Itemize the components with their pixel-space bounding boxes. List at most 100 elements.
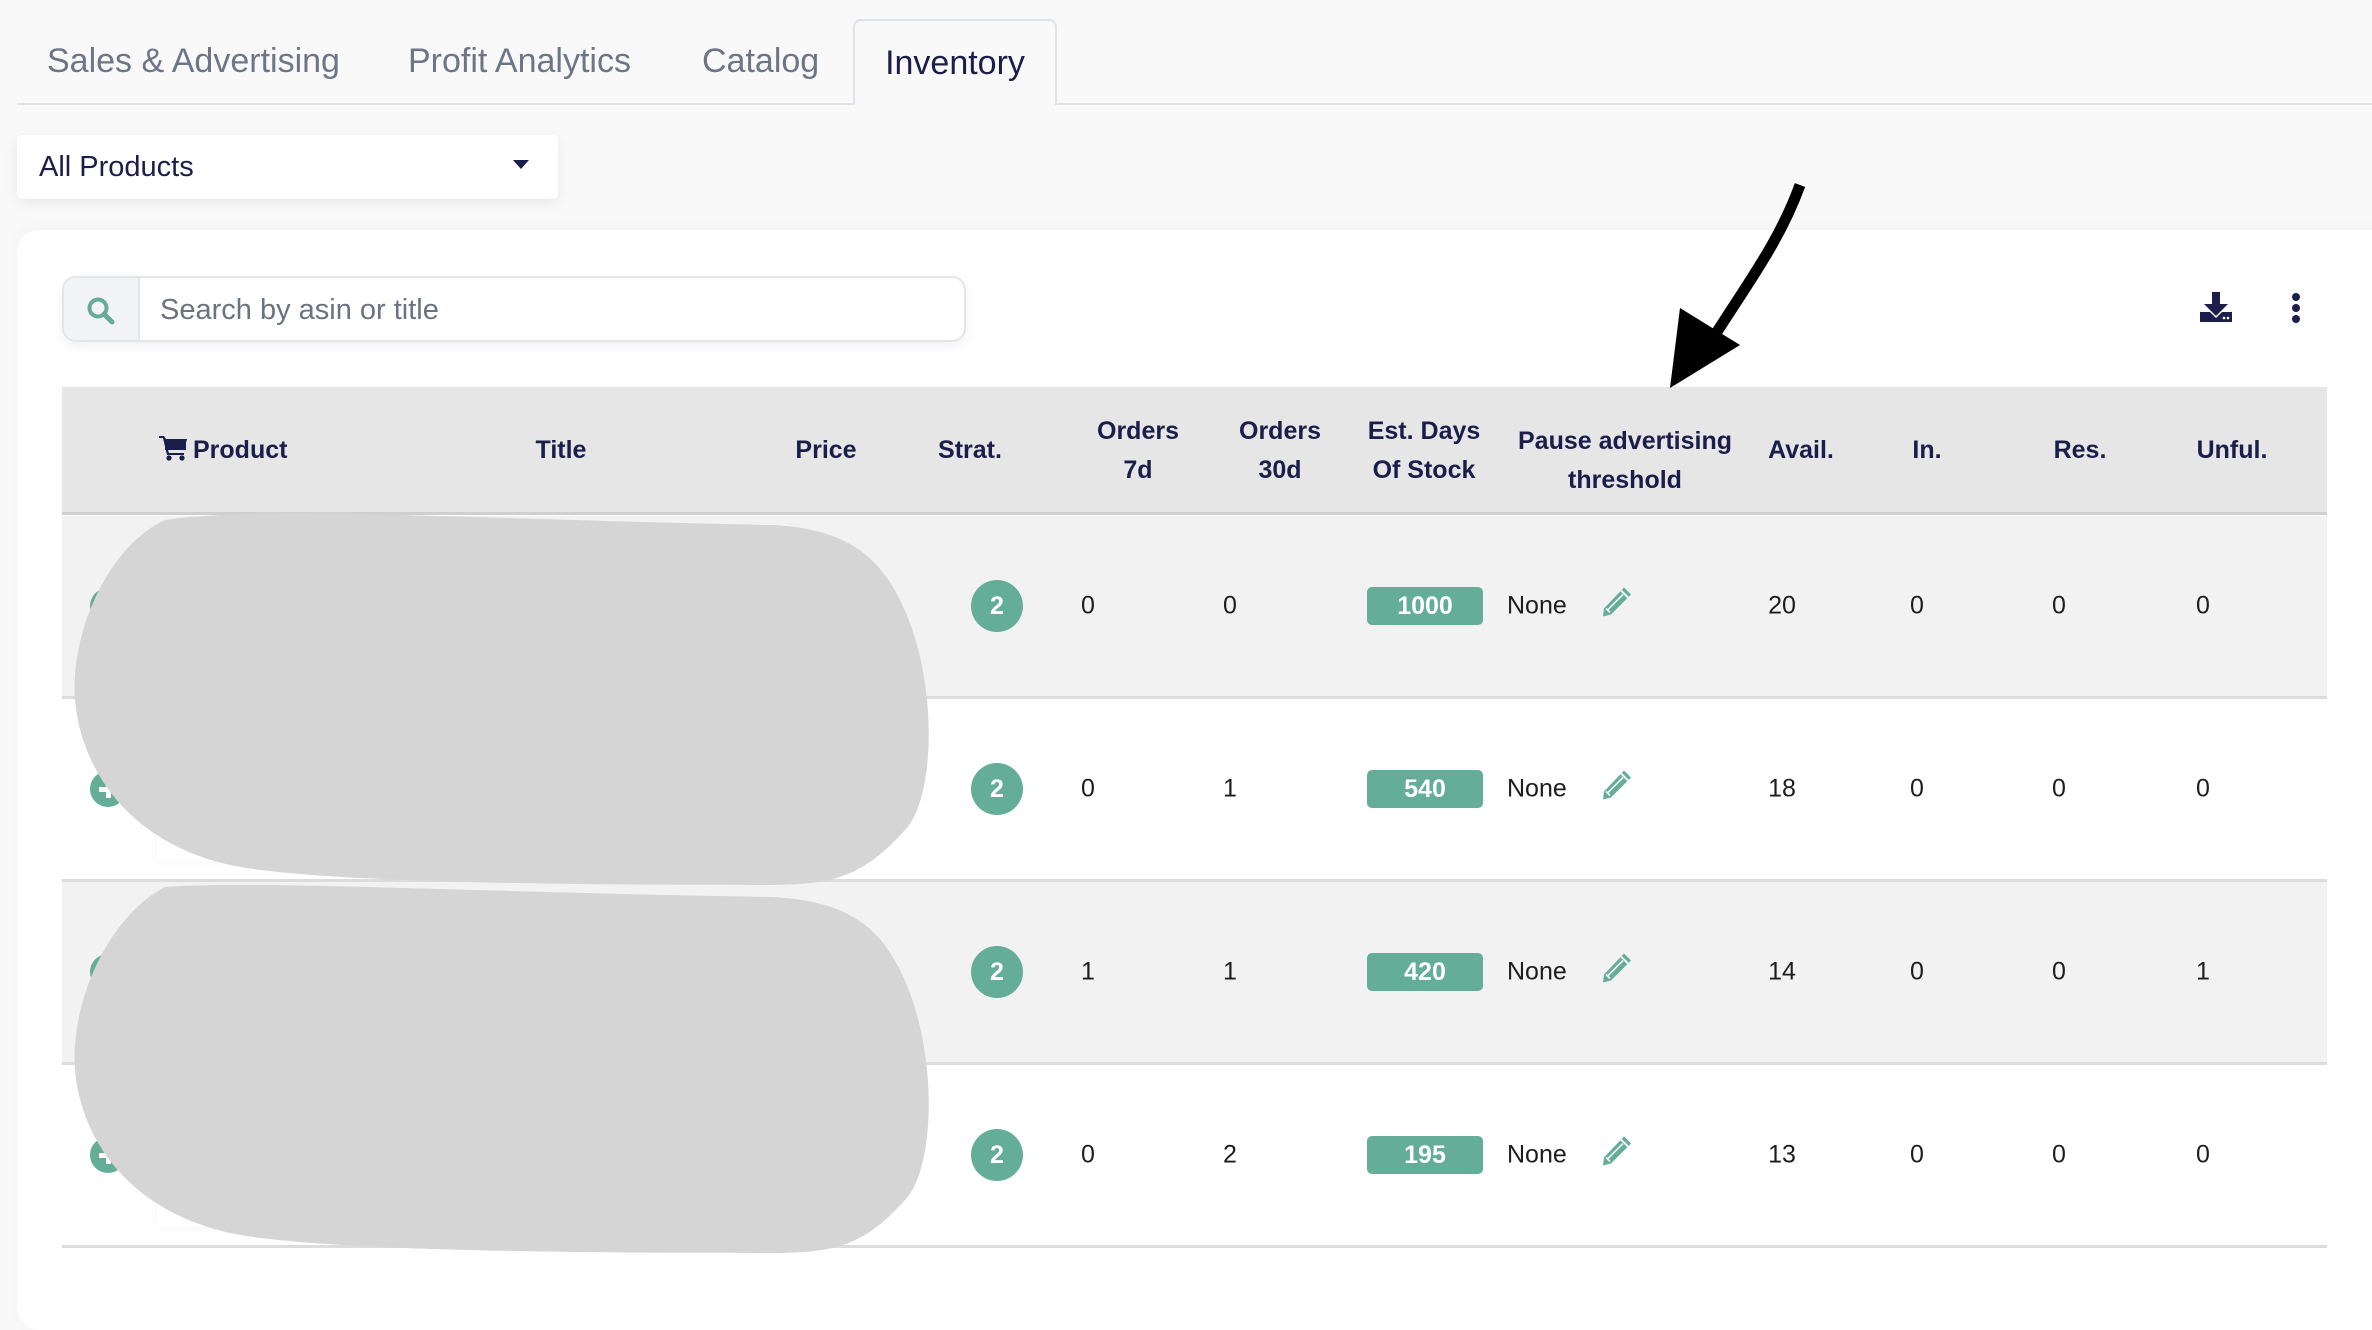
est-days-badge: 195	[1367, 1136, 1483, 1174]
header-orders-30d-line2: 30d	[1258, 456, 1302, 484]
strategy-badge[interactable]: 2	[971, 763, 1023, 815]
pencil-icon	[1603, 953, 1631, 983]
expand-row-icon[interactable]	[90, 771, 126, 807]
pause-threshold-value: None	[1507, 1140, 1567, 1169]
orders-30d-value: 1	[1223, 774, 1237, 803]
download-button[interactable]	[2200, 292, 2232, 327]
edit-threshold-button[interactable]	[1599, 952, 1633, 993]
strategy-badge[interactable]: 2	[971, 1129, 1023, 1181]
tab-catalog[interactable]: Catalog	[702, 19, 819, 103]
header-pause-threshold-line1: Pause advertising	[1518, 427, 1732, 455]
orders-30d-value: 2	[1223, 1140, 1237, 1169]
unfulfillable-value: 0	[2196, 1140, 2210, 1169]
edit-threshold-button[interactable]	[1599, 586, 1633, 627]
avail-value: 18	[1768, 774, 1796, 803]
table-header: Product Title Price Strat. Orders 7d Ord…	[62, 387, 2327, 515]
orders-7d-value: 0	[1081, 1140, 1095, 1169]
header-orders-30d[interactable]: Orders 30d	[1239, 412, 1321, 490]
table-row: 2 0 2 195 None 13 0 0 0	[62, 1065, 2327, 1248]
expand-row-icon[interactable]	[90, 1137, 126, 1173]
unfulfillable-value: 0	[2196, 774, 2210, 803]
pencil-icon	[1603, 770, 1631, 800]
search-input[interactable]	[140, 278, 964, 340]
est-days-badge: 1000	[1367, 587, 1483, 625]
table-row: 2 0 1 540 None 18 0 0 0	[62, 699, 2327, 882]
reserved-value: 0	[2052, 957, 2066, 986]
pencil-icon	[1603, 587, 1631, 617]
orders-7d-value: 0	[1081, 774, 1095, 803]
annotation-arrow-icon	[1670, 183, 1806, 388]
header-pause-threshold[interactable]: Pause advertising threshold	[1518, 422, 1732, 500]
status-dot	[387, 1215, 413, 1241]
avail-value: 20	[1768, 591, 1796, 620]
search-addon	[64, 278, 140, 340]
expand-row-icon[interactable]	[90, 588, 126, 624]
reserved-value: 0	[2052, 1140, 2066, 1169]
edit-threshold-button[interactable]	[1599, 769, 1633, 810]
inbound-value: 0	[1910, 591, 1924, 620]
header-title[interactable]: Title	[536, 431, 587, 470]
expand-row-icon[interactable]	[90, 954, 126, 990]
pencil-icon	[1603, 1136, 1631, 1166]
status-dot	[387, 849, 413, 875]
orders-7d-value: 1	[1081, 957, 1095, 986]
inbound-value: 0	[1910, 1140, 1924, 1169]
product-thumbnail	[157, 538, 413, 692]
header-strat[interactable]: Strat.	[938, 431, 1002, 470]
pause-threshold-value: None	[1507, 957, 1567, 986]
more-options-button[interactable]	[2290, 293, 2302, 328]
avail-value: 14	[1768, 957, 1796, 986]
header-orders-7d[interactable]: Orders 7d	[1097, 412, 1179, 490]
inbound-value: 0	[1910, 957, 1924, 986]
tab-inventory[interactable]: Inventory	[853, 19, 1057, 105]
tab-sales-advertising[interactable]: Sales & Advertising	[47, 19, 340, 103]
unfulfillable-value: 0	[2196, 591, 2210, 620]
edit-threshold-button[interactable]	[1599, 1135, 1633, 1176]
est-days-badge: 420	[1367, 953, 1483, 991]
header-product-label: Product	[193, 436, 288, 464]
orders-30d-value: 1	[1223, 957, 1237, 986]
header-orders-7d-line1: Orders	[1097, 417, 1179, 445]
product-filter-dropdown[interactable]: All Products	[17, 135, 558, 199]
avail-value: 13	[1768, 1140, 1796, 1169]
table-row: 2 1 1 420 None 14 0 0 1	[62, 882, 2327, 1065]
header-unfulfillable[interactable]: Unful.	[2197, 431, 2268, 470]
header-avail[interactable]: Avail.	[1768, 431, 1834, 470]
header-est-days-line1: Est. Days	[1367, 417, 1481, 445]
status-dot	[387, 1032, 413, 1058]
table-row: 2 0 0 1000 None 20 0 0 0	[62, 516, 2327, 699]
pause-threshold-value: None	[1507, 774, 1567, 803]
product-filter-value: All Products	[39, 151, 194, 183]
header-orders-7d-line2: 7d	[1123, 456, 1153, 484]
search-box	[62, 276, 966, 342]
reserved-value: 0	[2052, 591, 2066, 620]
search-icon	[87, 297, 115, 325]
caret-down-icon	[513, 160, 529, 169]
header-inbound[interactable]: In.	[1912, 431, 1941, 470]
header-est-days-line2: Of Stock	[1372, 456, 1476, 484]
cart-icon	[159, 436, 187, 461]
header-orders-30d-line1: Orders	[1239, 417, 1321, 445]
product-thumbnail	[157, 904, 413, 1058]
strategy-badge[interactable]: 2	[971, 946, 1023, 998]
est-days-badge: 540	[1367, 770, 1483, 808]
header-est-days[interactable]: Est. Days Of Stock	[1368, 412, 1481, 490]
tab-bar: Sales & Advertising Profit Analytics Cat…	[17, 0, 2372, 105]
orders-30d-value: 0	[1223, 591, 1237, 620]
status-dot	[387, 666, 413, 692]
download-icon	[2200, 292, 2232, 322]
unfulfillable-value: 1	[2196, 957, 2210, 986]
strategy-badge[interactable]: 2	[971, 580, 1023, 632]
inbound-value: 0	[1910, 774, 1924, 803]
reserved-value: 0	[2052, 774, 2066, 803]
pause-threshold-value: None	[1507, 591, 1567, 620]
header-pause-threshold-line2: threshold	[1568, 466, 1682, 494]
kebab-menu-icon	[2292, 293, 2300, 323]
product-thumbnail	[157, 1087, 413, 1241]
header-price[interactable]: Price	[795, 431, 856, 470]
tab-profit-analytics[interactable]: Profit Analytics	[408, 19, 631, 103]
header-product[interactable]: Product	[159, 431, 287, 470]
product-thumbnail	[157, 721, 413, 875]
orders-7d-value: 0	[1081, 591, 1095, 620]
header-reserved[interactable]: Res.	[2054, 431, 2107, 470]
